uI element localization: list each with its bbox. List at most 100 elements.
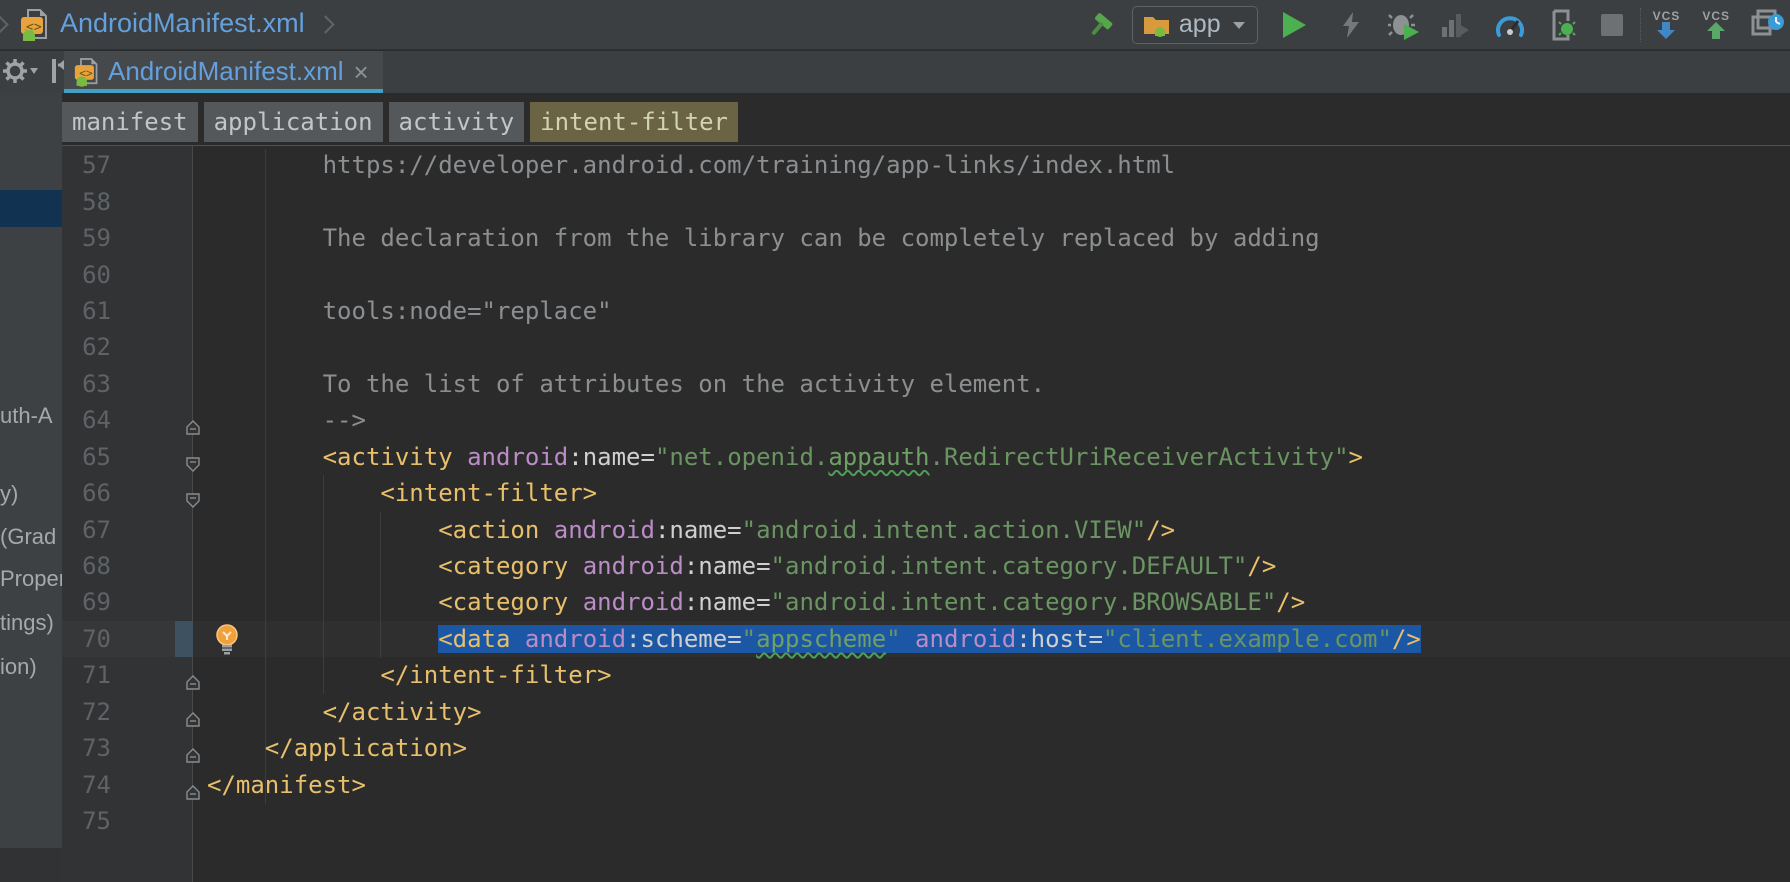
- fold-marker-icon[interactable]: [186, 413, 200, 428]
- line-number: 66: [62, 479, 193, 507]
- fold-marker-icon[interactable]: [186, 450, 200, 465]
- line-number: 62: [62, 333, 193, 361]
- code-line-62: 62: [62, 329, 1790, 365]
- project-tree-item-fragment[interactable]: Proper: [0, 566, 62, 592]
- project-tree-item-fragment[interactable]: uth-A: [0, 403, 53, 429]
- project-tree-item-fragment[interactable]: ion): [0, 654, 37, 680]
- sync-history-icon[interactable]: [1750, 8, 1786, 42]
- project-tree-item-fragment[interactable]: (Grad: [0, 524, 56, 550]
- code-line-68: 68 <category android:name="android.inten…: [62, 548, 1790, 584]
- caret-line-gutter-marker: [175, 621, 193, 657]
- code-text: https://developer.android.com/training/a…: [193, 151, 1175, 179]
- line-number: 61: [62, 297, 193, 325]
- code-text: tools:node="replace": [193, 297, 612, 325]
- profile-app-bars-icon[interactable]: [1440, 11, 1470, 39]
- main-area: uth-A y) (Grad Proper tings) ion) manifestapp…: [0, 93, 1790, 882]
- fold-marker-icon[interactable]: [186, 668, 200, 683]
- line-number: 59: [62, 224, 193, 252]
- fold-marker-icon[interactable]: [186, 486, 200, 501]
- debug-button[interactable]: [1388, 10, 1420, 40]
- code-line-67: 67 <action android:name="android.intent.…: [62, 511, 1790, 547]
- code-line-73: 73 </application>: [62, 730, 1790, 766]
- line-number: 68: [62, 552, 193, 580]
- panel-settings-gear-icon[interactable]: [2, 57, 38, 85]
- code-editor[interactable]: 57 https://developer.android.com/trainin…: [62, 145, 1790, 882]
- code-text: <activity android:name="net.openid.appau…: [193, 443, 1363, 471]
- code-line-61: 61 tools:node="replace": [62, 293, 1790, 329]
- navigation-bar: <> AndroidManifest.xml: [0, 0, 1790, 50]
- line-number: 65: [62, 443, 193, 471]
- code-line-65: 65 <activity android:name="net.openid.ap…: [62, 439, 1790, 475]
- code-text: </intent-filter>: [193, 661, 612, 689]
- code-line-72: 72 </activity>: [62, 694, 1790, 730]
- code-line-66: 66 <intent-filter>: [62, 475, 1790, 511]
- line-number: 74: [62, 771, 193, 799]
- breadcrumb-separator: [62, 145, 1790, 146]
- breadcrumb-item-activity[interactable]: activity: [389, 102, 525, 142]
- chevron-down-icon: [1231, 20, 1247, 30]
- build-hammer-icon[interactable]: [1088, 10, 1118, 40]
- run-configuration-name: app: [1179, 10, 1221, 39]
- project-panel-sliver: uth-A y) (Grad Proper tings) ion): [0, 93, 62, 848]
- selected-code: <data android:scheme="appscheme" android…: [438, 625, 1421, 653]
- code-text: The declaration from the library can be …: [193, 224, 1320, 252]
- stop-button[interactable]: [1600, 13, 1624, 37]
- breadcrumb-item-intent-filter[interactable]: intent-filter: [530, 102, 738, 142]
- fold-marker-icon[interactable]: [186, 741, 200, 756]
- code-text: </application>: [193, 734, 467, 762]
- attach-debugger-device-icon[interactable]: [1548, 9, 1576, 41]
- arrow-down-icon: [1656, 22, 1676, 40]
- code-line-74: 74</manifest>: [62, 766, 1790, 802]
- line-number: 67: [62, 516, 193, 544]
- breadcrumb-item-manifest[interactable]: manifest: [62, 102, 198, 142]
- code-line-59: 59 The declaration from the library can …: [62, 220, 1790, 256]
- code-line-64: 64 -->: [62, 402, 1790, 438]
- code-line-58: 58: [62, 183, 1790, 219]
- code-line-63: 63 To the list of attributes on the acti…: [62, 366, 1790, 402]
- code-text: <intent-filter>: [193, 479, 597, 507]
- tab-label: AndroidManifest.xml: [108, 56, 344, 87]
- line-number: 57: [62, 151, 193, 179]
- line-number: 72: [62, 698, 193, 726]
- code-text: <action android:name="android.intent.act…: [193, 516, 1175, 544]
- vcs-update-button[interactable]: VCS: [1653, 2, 1681, 48]
- breadcrumb-item-application[interactable]: application: [204, 102, 383, 142]
- tab-androidmanifest[interactable]: <> AndroidManifest.xml ×: [64, 51, 383, 93]
- breadcrumb-chevron-icon: [0, 15, 9, 33]
- editor-tab-strip: <> AndroidManifest.xml ×: [0, 51, 1790, 93]
- code-text: <category android:name="android.intent.c…: [193, 552, 1276, 580]
- code-line-57: 57 https://developer.android.com/trainin…: [62, 147, 1790, 183]
- code-text: To the list of attributes on the activit…: [193, 370, 1045, 398]
- fold-marker-icon[interactable]: [186, 778, 200, 793]
- line-number: 64: [62, 406, 193, 434]
- project-panel-footer: [0, 848, 62, 882]
- fold-marker-icon[interactable]: [186, 705, 200, 720]
- code-text: <category android:name="android.intent.c…: [193, 588, 1305, 616]
- project-tree-item-fragment[interactable]: tings): [0, 610, 54, 636]
- breadcrumb-chevron-icon: [316, 15, 334, 33]
- breadcrumb-file-name[interactable]: AndroidManifest.xml: [60, 8, 305, 39]
- line-number: 63: [62, 370, 193, 398]
- vcs-commit-button[interactable]: VCS: [1702, 2, 1730, 48]
- android-module-folder-icon: [1143, 13, 1171, 37]
- main-toolbar: app: [1088, 0, 1790, 50]
- android-manifest-file-icon: <>: [74, 57, 100, 87]
- android-studio-window: <> AndroidManifest.xml: [0, 0, 1790, 882]
- code-text: </manifest>: [193, 771, 366, 799]
- run-configuration-select[interactable]: app: [1132, 6, 1258, 44]
- apply-changes-lightning-icon[interactable]: [1340, 11, 1362, 39]
- line-number: 75: [62, 807, 193, 835]
- tab-close-icon[interactable]: ×: [354, 62, 369, 82]
- project-tree-selected-row[interactable]: [0, 190, 62, 227]
- intention-bulb-icon[interactable]: [214, 623, 240, 655]
- code-text: </activity>: [193, 698, 482, 726]
- run-button[interactable]: [1280, 10, 1308, 40]
- code-line-69: 69 <category android:name="android.inten…: [62, 584, 1790, 620]
- xml-breadcrumbs: manifestapplicationactivityintent-filter: [62, 102, 738, 142]
- profiler-gauge-icon[interactable]: [1494, 11, 1526, 39]
- project-tree-item-fragment[interactable]: y): [0, 481, 18, 507]
- code-line-71: 71 </intent-filter>: [62, 657, 1790, 693]
- arrow-up-icon: [1706, 22, 1726, 40]
- code-text: -->: [193, 406, 366, 434]
- line-number: 71: [62, 661, 193, 689]
